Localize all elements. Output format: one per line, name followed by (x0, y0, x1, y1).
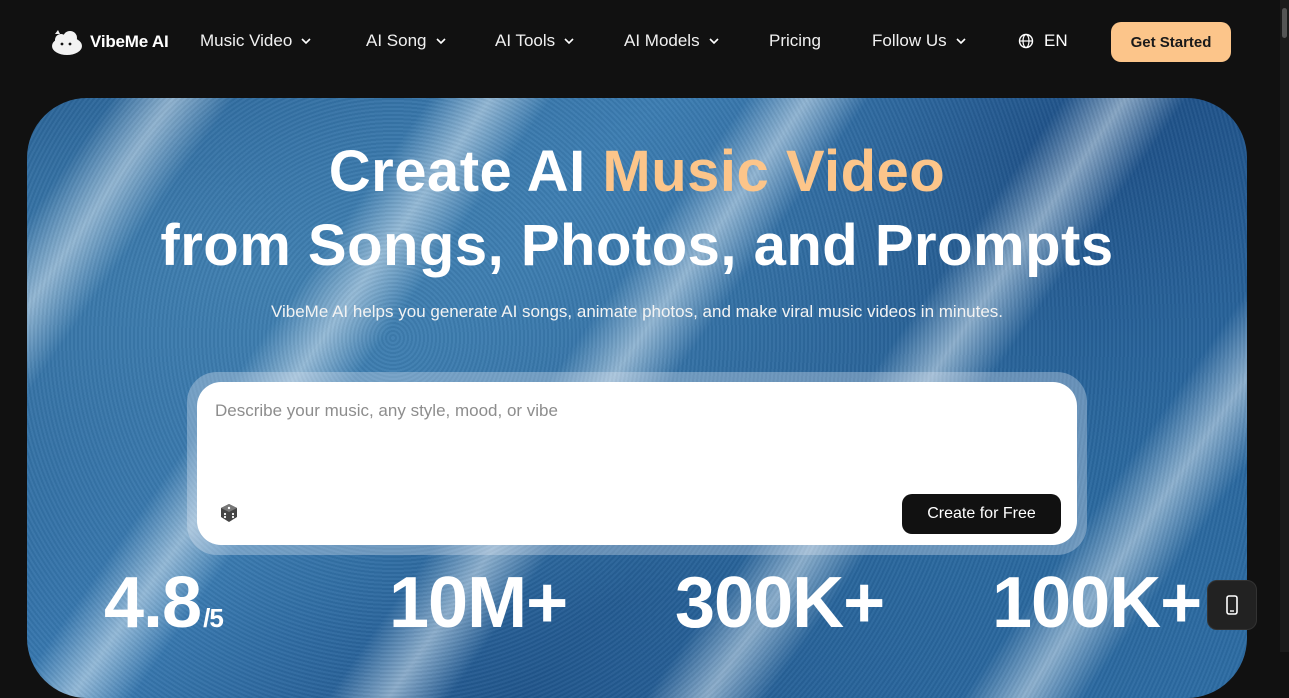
stat-value: 100K+ (992, 563, 1202, 643)
vibeme-logo-icon (52, 30, 82, 55)
stat-songs: 100K+ (992, 562, 1202, 644)
chevron-down-icon (301, 38, 311, 45)
globe-icon (1018, 33, 1034, 49)
dice-icon[interactable] (219, 503, 239, 523)
top-nav: VibeMe AI Music Video AI Song AI Tools A… (0, 0, 1280, 84)
nav-item-ai-models[interactable]: AI Models (624, 31, 720, 51)
nav-item-ai-song[interactable]: AI Song (366, 31, 447, 51)
stat-rating: 4.8/5 (104, 562, 224, 644)
mobile-app-button[interactable] (1207, 580, 1257, 630)
page-scrollbar[interactable] (1280, 0, 1289, 652)
nav-item-label: AI Tools (495, 31, 556, 50)
prompt-box: Create for Free (197, 382, 1077, 545)
brand-name: VibeMe AI (90, 32, 169, 51)
chevron-down-icon (564, 38, 574, 45)
stat-users: 10M+ (389, 562, 568, 644)
stat-value: 300K+ (675, 563, 885, 643)
nav-item-pricing[interactable]: Pricing (769, 31, 821, 51)
chevron-down-icon (709, 38, 719, 45)
hero-title-accent: Music Video (602, 139, 946, 204)
music-prompt-input[interactable] (213, 400, 1057, 422)
create-for-free-button[interactable]: Create for Free (902, 494, 1061, 534)
chevron-down-icon (435, 38, 446, 45)
nav-item-follow-us[interactable]: Follow Us (872, 31, 967, 51)
brand-logo[interactable]: VibeMe AI (50, 28, 169, 56)
nav-item-label: Follow Us (872, 31, 947, 50)
hero-title-prefix: Create AI (328, 139, 603, 204)
stat-value: 4.8 (104, 563, 202, 643)
hero-subtitle: VibeMe AI helps you generate AI songs, a… (270, 302, 1004, 321)
chevron-down-icon (956, 38, 966, 45)
phone-icon (1226, 595, 1238, 615)
nav-item-music-video[interactable]: Music Video (200, 31, 312, 51)
hero-section: Create AI Music Video from Songs, Photos… (27, 98, 1247, 698)
nav-item-label: Music Video (200, 31, 293, 50)
language-label: EN (1044, 31, 1068, 50)
hero-title-line1: Create AI Music Video (27, 138, 1247, 205)
stat-value: 10M+ (389, 563, 568, 643)
nav-item-label: Pricing (769, 31, 821, 50)
nav-item-ai-tools[interactable]: AI Tools (495, 31, 575, 51)
get-started-button[interactable]: Get Started (1111, 22, 1231, 62)
scrollbar-thumb[interactable] (1282, 8, 1287, 38)
nav-item-label: AI Models (624, 31, 700, 50)
language-selector[interactable]: EN (1018, 31, 1068, 51)
stat-videos: 300K+ (675, 562, 885, 644)
nav-item-label: AI Song (366, 31, 427, 50)
hero-title-line2: from Songs, Photos, and Prompts (160, 213, 1114, 278)
stat-suffix: /5 (203, 603, 224, 633)
